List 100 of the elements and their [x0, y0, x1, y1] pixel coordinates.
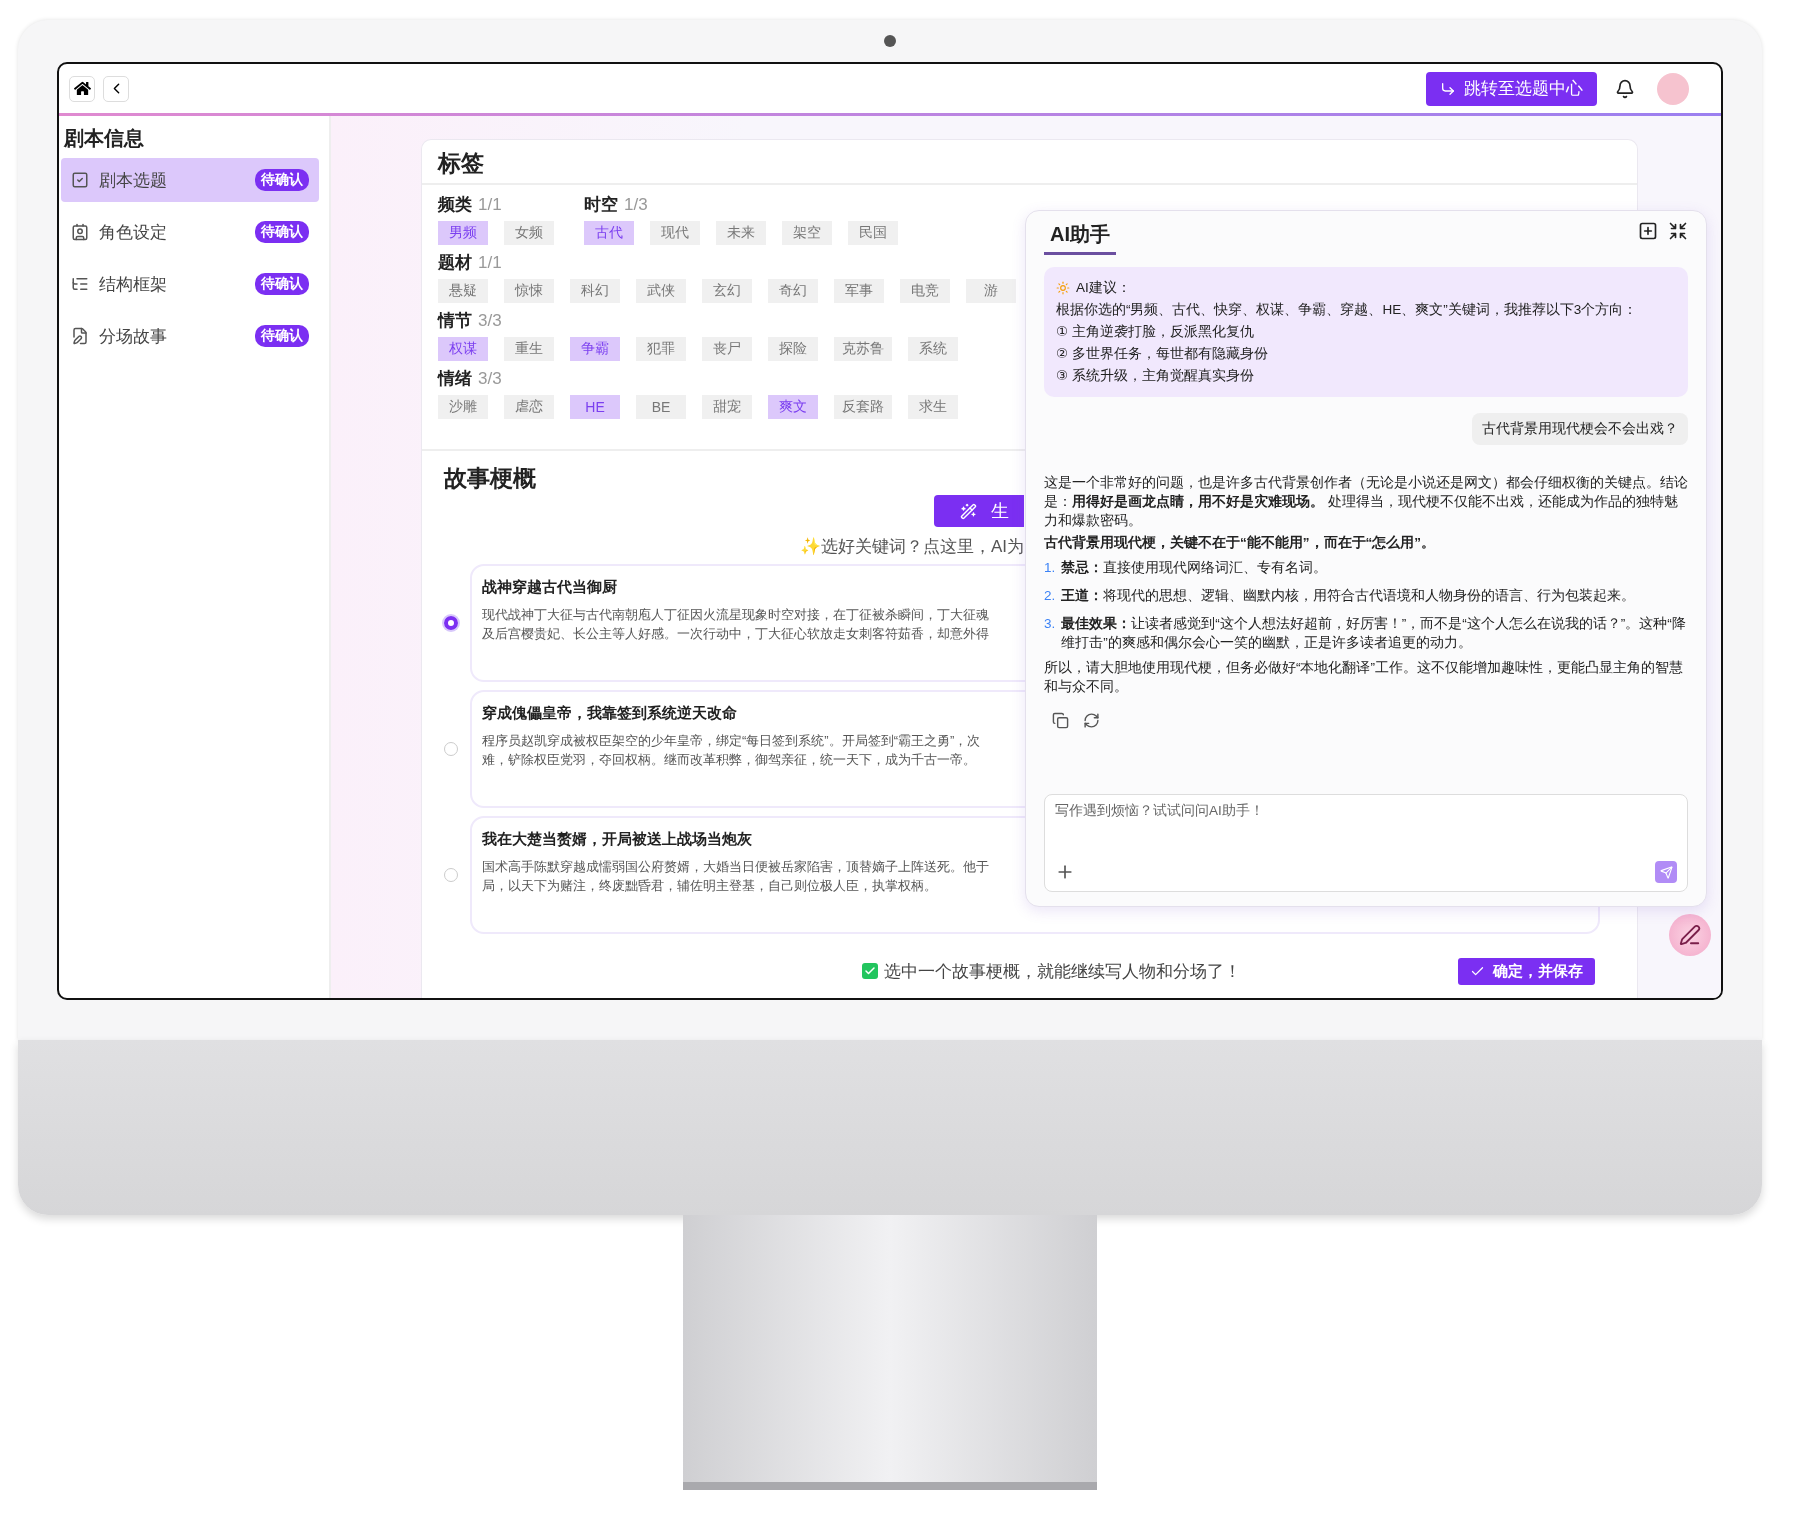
story-text-line: 难，铲除权臣党羽，夺回权柄。继而改革积弊，御驾亲征，统一天下，成为千古一帝。 [482, 751, 976, 769]
tag[interactable]: 科幻 [570, 279, 620, 303]
tree-list-icon [71, 275, 89, 293]
section-title: 故事梗概 [444, 464, 536, 493]
list-item-text: 王道：将现代的思想、逻辑、幽默内核，用符合古代语境和人物身份的语言、行为包装起来。 [1061, 587, 1636, 605]
list-item-text: 禁忌：直接使用现代网络词汇、专有名词。 [1061, 559, 1328, 577]
category-count: 1/3 [624, 194, 648, 216]
tag[interactable]: 反套路 [834, 395, 892, 419]
tag[interactable]: 游 [966, 279, 1016, 303]
tag[interactable]: BE [636, 395, 686, 419]
home-icon [73, 80, 91, 97]
category-name: 题材 [438, 252, 472, 274]
sidebar-item[interactable]: 分场故事 待确认 [61, 314, 319, 358]
sidebar-item-label: 剧本选题 [99, 169, 168, 192]
tag[interactable]: HE [570, 395, 620, 419]
list-item-text: 最佳效果：让读者感觉到“这个人想法好超前，好厉害！”，而不是“这个人怎么在说我的话？”。这种“降维打击”的爽感和偶尔会心一笑的幽默，正是许多读者追更的动力。 [1061, 615, 1687, 652]
tag[interactable]: 武侠 [636, 279, 686, 303]
suggestion-item: ③ 系统升级，主角觉醒真实身份 [1056, 367, 1255, 385]
story-text-line: 国术高手陈默穿越成懦弱国公府赘婿，大婚当日便被岳家陷害，顶替嫡子上阵送死。他于 [482, 858, 989, 876]
tag[interactable]: 悬疑 [438, 279, 488, 303]
suggestion-item: ② 多世界任务，每世都有隐藏身份 [1056, 345, 1269, 363]
chat-input-field[interactable]: 写作遇到烦恼？试试问问AI助手！ [1055, 803, 1677, 818]
tag[interactable]: 未来 [716, 221, 766, 245]
tag[interactable]: 军事 [834, 279, 884, 303]
footer-note: 选中一个故事梗概，就能继续写人物和分场了！ [883, 960, 1241, 983]
category-count: 3/3 [478, 310, 502, 332]
tag[interactable]: 爽文 [768, 395, 818, 419]
status-badge: 待确认 [255, 273, 309, 295]
radio-button[interactable] [444, 616, 458, 630]
tag[interactable]: 甜宠 [702, 395, 752, 419]
tag[interactable]: 民国 [848, 221, 898, 245]
tag[interactable]: 克苏鲁 [834, 337, 892, 361]
tag[interactable]: 权谋 [438, 337, 488, 361]
tag[interactable]: 丧尸 [702, 337, 752, 361]
answer-paragraph: 所以，请大胆地使用现代梗，但务必做好“本地化翻译”工作。这不仅能增加趣味性，更能凸显主角的智慧和与众不同。 [1044, 659, 1684, 696]
tag[interactable]: 现代 [650, 221, 700, 245]
tag[interactable]: 探险 [768, 337, 818, 361]
tag[interactable]: 重生 [504, 337, 554, 361]
story-title: 战神穿越古代当御厨 [482, 578, 617, 597]
suggestion-item: ① 主角逆袭打脸，反派黑化复仇 [1056, 323, 1255, 341]
tag[interactable]: 奇幻 [768, 279, 818, 303]
refresh-icon[interactable] [1083, 712, 1100, 729]
tag[interactable]: 女频 [504, 221, 554, 245]
checkbox-icon [71, 171, 89, 189]
answer-paragraph: 这是一个非常好的问题，也是许多古代背景创作者（无论是小说还是网文）都会仔细权衡的关键点。结论是：用得好是画龙点睛，用不好是灾难现场。 处理得当，现代梗不仅能不出戏，还能成为作品的独特魅力和爆款密码。 [1044, 474, 1688, 530]
section-title: 标签 [422, 140, 1637, 185]
tag[interactable]: 架空 [782, 221, 832, 245]
list-number: 2. [1044, 587, 1056, 605]
sun-icon [1056, 281, 1070, 295]
confirm-button[interactable]: 确定，并保存 [1458, 957, 1595, 985]
suggestion-label: AI建议： [1076, 279, 1131, 297]
home-button[interactable] [69, 75, 95, 102]
sidebar-item[interactable]: 角色设定 待确认 [61, 210, 319, 254]
copy-icon[interactable] [1052, 712, 1069, 729]
category-name: 情绪 [438, 368, 472, 390]
category-count: 3/3 [478, 368, 502, 390]
pen-icon [1679, 924, 1701, 946]
story-text-line: 现代战神丁大征与古代南朝庖人丁征因火流星现象时空对接，在丁征被杀瞬间，丁大征魂 [482, 606, 989, 624]
list-number: 1. [1044, 559, 1056, 577]
sidebar-item-label: 分场故事 [99, 325, 168, 348]
story-title: 穿成傀儡皇帝，我靠签到系统逆天改命 [482, 704, 737, 723]
contact-card-icon [71, 223, 89, 241]
jump-button[interactable]: 跳转至选题中心 [1426, 71, 1597, 106]
generate-button[interactable]: 生 [934, 495, 1024, 527]
tag[interactable]: 男频 [438, 221, 488, 245]
status-badge: 待确认 [255, 221, 309, 243]
corner-arrow-icon [1440, 80, 1456, 97]
story-text-line: 程序员赵凯穿成被权臣架空的少年皇帝，绑定“每日签到系统”。开局签到“霸王之勇”，次 [482, 732, 981, 750]
sidebar-item[interactable]: 结构框架 待确认 [61, 262, 319, 306]
user-message: 古代背景用现代梗会不会出戏？ [1472, 413, 1688, 445]
tag[interactable]: 沙雕 [438, 395, 488, 419]
tag[interactable]: 系统 [908, 337, 958, 361]
checkbox[interactable] [861, 963, 878, 979]
tag[interactable]: 犯罪 [636, 337, 686, 361]
story-text-line: 局，以天下为赌注，终废黜昏君，辅佐明主登基，自己则位极人臣，执掌权柄。 [482, 877, 937, 895]
category-count: 1/1 [478, 252, 502, 274]
story-text-line: 及后宫樱贵妃、长公主等人好感。一次行动中，丁大征心软放走女刺客符茹香，却意外得 [482, 625, 989, 643]
document-pen-icon [71, 327, 89, 345]
tag[interactable]: 电竞 [900, 279, 950, 303]
tag[interactable]: 虐恋 [504, 395, 554, 419]
status-badge: 待确认 [255, 325, 309, 347]
story-title: 我在大楚当赘婿，开局被送上战场当炮灰 [482, 830, 752, 849]
answer-heading: 古代背景用现代梗，关键不在于“能不能用”，而在于“怎么用”。 [1044, 534, 1436, 552]
tag[interactable]: 惊悚 [504, 279, 554, 303]
send-button[interactable] [1655, 861, 1677, 883]
list-number: 3. [1044, 615, 1056, 633]
shrink-icon[interactable] [1668, 221, 1688, 241]
tag[interactable]: 争霸 [570, 337, 620, 361]
panel-tab[interactable]: AI助手 [1044, 221, 1116, 255]
suggestion-text: 根据你选的“男频、古代、快穿、权谋、争霸、穿越、HE、爽文”关键词，我推荐以下3个方向： [1056, 301, 1639, 319]
tag[interactable]: 古代 [584, 221, 634, 245]
tag[interactable]: 求生 [908, 395, 958, 419]
magic-wand-icon [960, 502, 977, 520]
back-button[interactable] [103, 75, 129, 102]
sidebar-item-label: 角色设定 [99, 221, 168, 244]
tag[interactable]: 玄幻 [702, 279, 752, 303]
sidebar-item[interactable]: 剧本选题 待确认 [61, 158, 319, 202]
bell-icon[interactable] [1615, 78, 1635, 99]
category-count: 1/1 [478, 194, 502, 216]
add-square-icon[interactable] [1638, 221, 1658, 241]
